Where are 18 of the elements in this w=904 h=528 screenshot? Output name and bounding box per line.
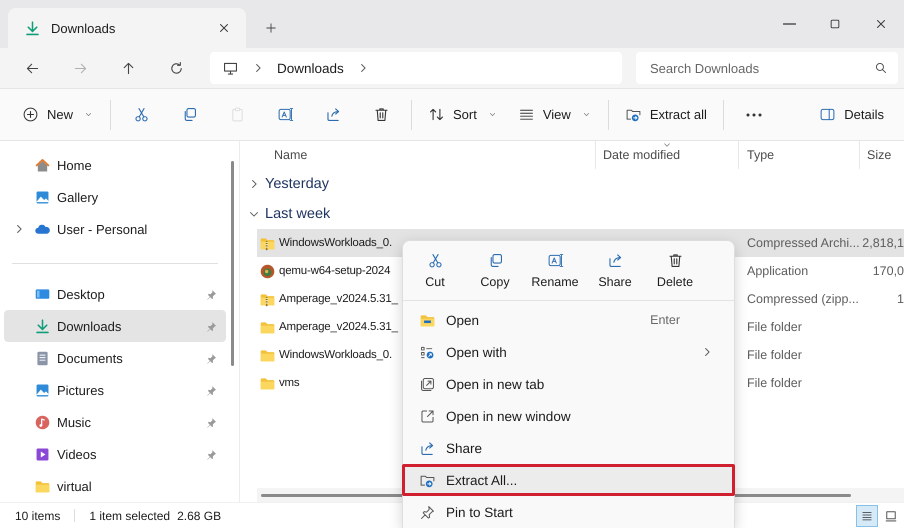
file-size: 1: [897, 292, 904, 306]
file-name: Amperage_v2024.5.31_: [279, 293, 398, 305]
file-name: WindowsWorkloads_0.: [279, 237, 392, 249]
file-type: File folder: [747, 376, 802, 390]
file-size: 170,0: [872, 264, 904, 278]
file-name: qemu-w64-setup-2024: [279, 265, 390, 277]
item-count: 10 items: [15, 508, 60, 522]
file-type: File folder: [747, 320, 802, 334]
file-type: Compressed Archi...: [747, 236, 860, 250]
file-size: 2,818,1: [862, 236, 904, 250]
file-type: Compressed (zipp...: [747, 292, 859, 306]
file-name: WindowsWorkloads_0.: [279, 349, 392, 361]
file-type: File folder: [747, 348, 802, 362]
file-name: Amperage_v2024.5.31_: [279, 321, 398, 333]
file-name: vms: [279, 377, 300, 389]
file-type: Application: [747, 264, 808, 278]
selection-info: 1 item selected: [89, 508, 170, 522]
selection-size: 2.68 GB: [177, 508, 222, 522]
